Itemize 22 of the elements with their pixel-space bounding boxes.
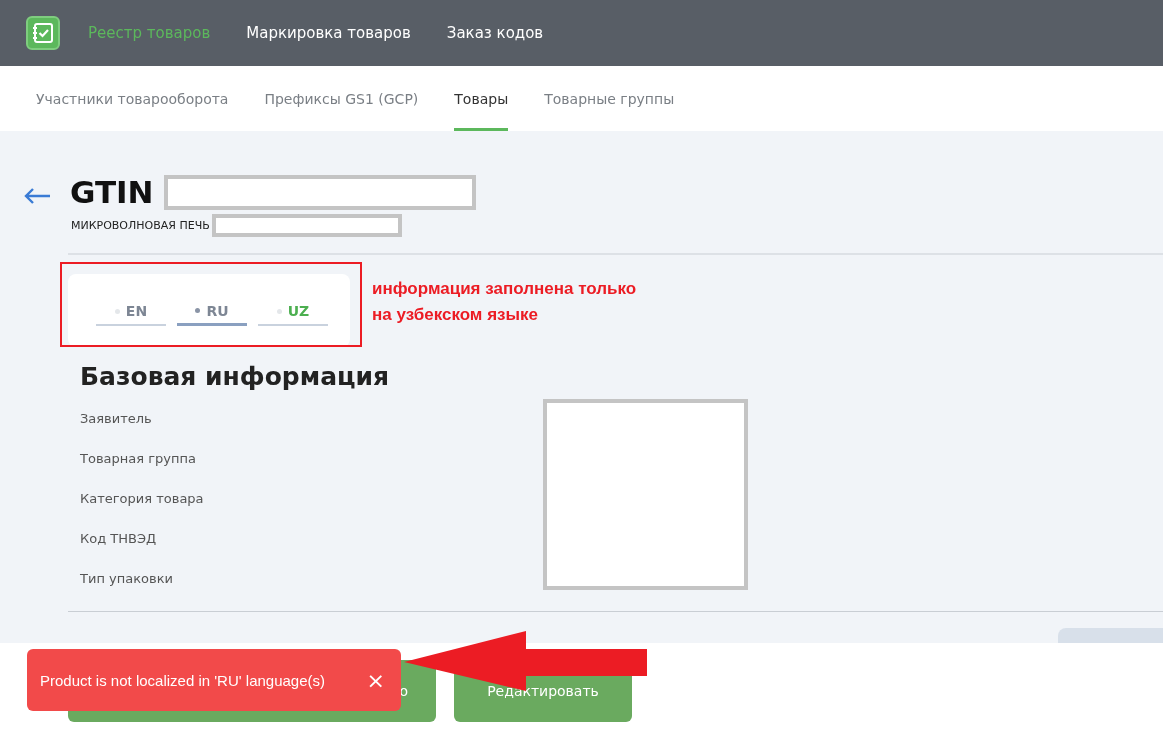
field-label: Тип упаковки	[80, 569, 174, 588]
nav-link[interactable]: Реестр товаров	[88, 24, 211, 42]
field-label: Заявитель	[80, 409, 153, 428]
close-button[interactable]: ×	[362, 667, 389, 693]
field-label: Товарная группа	[80, 449, 197, 468]
language-tab[interactable]: RU	[177, 298, 247, 326]
nav-link[interactable]: Маркировка товаров	[246, 24, 411, 42]
back-arrow-icon[interactable]	[23, 187, 51, 205]
section-title: Базовая информация	[80, 361, 391, 393]
toast-message: Product is not localized in 'RU' language(s)	[40, 671, 326, 689]
tab[interactable]: Товарные группы	[544, 66, 675, 131]
tab[interactable]: Участники товарооборота	[36, 66, 229, 131]
field-label: Категория товара	[80, 489, 205, 508]
product-title: GTIN	[70, 174, 154, 210]
nav-link[interactable]: Заказ кодов	[446, 24, 544, 42]
tab[interactable]: Префиксы GS1 (GCP)	[264, 66, 419, 131]
language-tab[interactable]: EN	[96, 298, 166, 326]
product-name: МИКРОВОЛНОВАЯ ПЕЧЬ	[71, 218, 210, 232]
language-tab[interactable]: UZ	[258, 298, 328, 326]
annotation-text: информация заполнена только на узбекском языке	[372, 278, 637, 326]
field-label: Код ТНВЭД	[80, 529, 158, 548]
notebook-check-icon	[26, 16, 60, 50]
